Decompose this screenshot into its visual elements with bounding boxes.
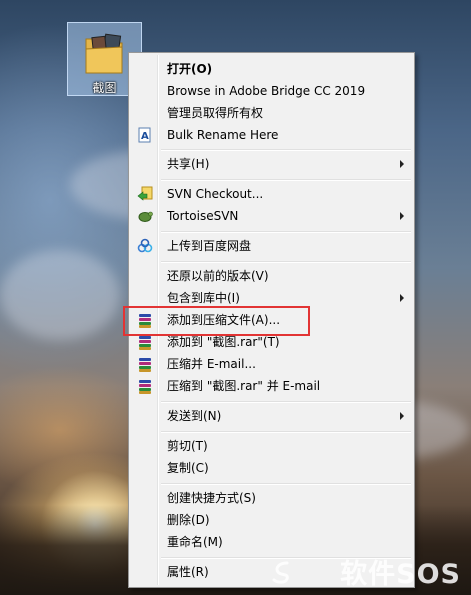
menu-item-share[interactable]: 共享(H) (131, 153, 412, 175)
menu-item-open[interactable]: 打开(O) (131, 58, 412, 80)
menu-item-label: 还原以前的版本(V) (167, 269, 269, 283)
svn-checkout-icon (137, 186, 153, 201)
menu-item-label: 剪切(T) (167, 439, 208, 453)
submenu-arrow-icon (400, 160, 404, 168)
menu-item-label: 压缩并 E-mail... (167, 357, 256, 371)
watermark-logo-icon (272, 561, 289, 584)
menu-item-label: 共享(H) (167, 157, 210, 171)
menu-item-take-ownership[interactable]: 管理员取得所有权 (131, 102, 412, 124)
menu-item-copy[interactable]: 复制(C) (131, 457, 412, 479)
menu-item-tortoisesvn[interactable]: TortoiseSVN (131, 205, 412, 227)
menu-separator (161, 231, 411, 233)
winrar-icon (137, 378, 153, 394)
menu-separator (161, 401, 411, 403)
menu-item-label: 发送到(N) (167, 409, 222, 423)
menu-item-label: 复制(C) (167, 461, 209, 475)
menu-item-browse-in-bridge[interactable]: Browse in Adobe Bridge CC 2019 (131, 80, 412, 102)
submenu-arrow-icon (400, 294, 404, 302)
menu-item-cut[interactable]: 剪切(T) (131, 435, 412, 457)
menu-separator (161, 261, 411, 263)
menu-item-label: 属性(R) (167, 565, 209, 579)
menu-item-label: 打开(O) (167, 62, 213, 76)
menu-item-rename[interactable]: 重命名(M) (131, 531, 412, 553)
bulk-rename-icon: A (138, 127, 151, 143)
submenu-arrow-icon (400, 412, 404, 420)
menu-item-compress-to-rar-email[interactable]: 压缩到 "截图.rar" 并 E-mail (131, 375, 412, 397)
menu-separator (161, 149, 411, 151)
menu-separator (161, 179, 411, 181)
menu-item-create-shortcut[interactable]: 创建快捷方式(S) (131, 487, 412, 509)
submenu-arrow-icon (400, 212, 404, 220)
menu-item-label: Bulk Rename Here (167, 128, 279, 142)
winrar-icon (137, 356, 153, 372)
menu-item-delete[interactable]: 删除(D) (131, 509, 412, 531)
svg-text:A: A (141, 131, 149, 142)
menu-item-label: SVN Checkout... (167, 187, 264, 201)
menu-item-svn-checkout[interactable]: SVN Checkout... (131, 183, 412, 205)
folder-icon (85, 33, 123, 74)
menu-separator (161, 431, 411, 433)
menu-item-bulk-rename[interactable]: A Bulk Rename Here (131, 124, 412, 146)
menu-item-label: TortoiseSVN (167, 209, 239, 223)
menu-separator (161, 483, 411, 485)
menu-item-label: 压缩到 "截图.rar" 并 E-mail (167, 379, 321, 393)
menu-item-compress-email[interactable]: 压缩并 E-mail... (131, 353, 412, 375)
cloud (0, 250, 120, 340)
menu-item-label: 重命名(M) (167, 535, 223, 549)
baidu-cloud-icon (137, 238, 153, 253)
menu-item-label: 删除(D) (167, 513, 210, 527)
menu-item-upload-baidu[interactable]: 上传到百度网盘 (131, 235, 412, 257)
tortoisesvn-icon (138, 211, 153, 222)
menu-item-label: 管理员取得所有权 (167, 106, 264, 120)
menu-item-label: Browse in Adobe Bridge CC 2019 (167, 84, 366, 98)
menu-item-label: 创建快捷方式(S) (167, 491, 256, 505)
winrar-icon (137, 334, 153, 350)
menu-item-send-to[interactable]: 发送到(N) (131, 405, 412, 427)
menu-item-label: 上传到百度网盘 (167, 239, 252, 253)
watermark-text: 软件SOS (340, 559, 461, 590)
menu-item-restore-versions[interactable]: 还原以前的版本(V) (131, 265, 412, 287)
highlight-annotation-box (123, 306, 310, 336)
